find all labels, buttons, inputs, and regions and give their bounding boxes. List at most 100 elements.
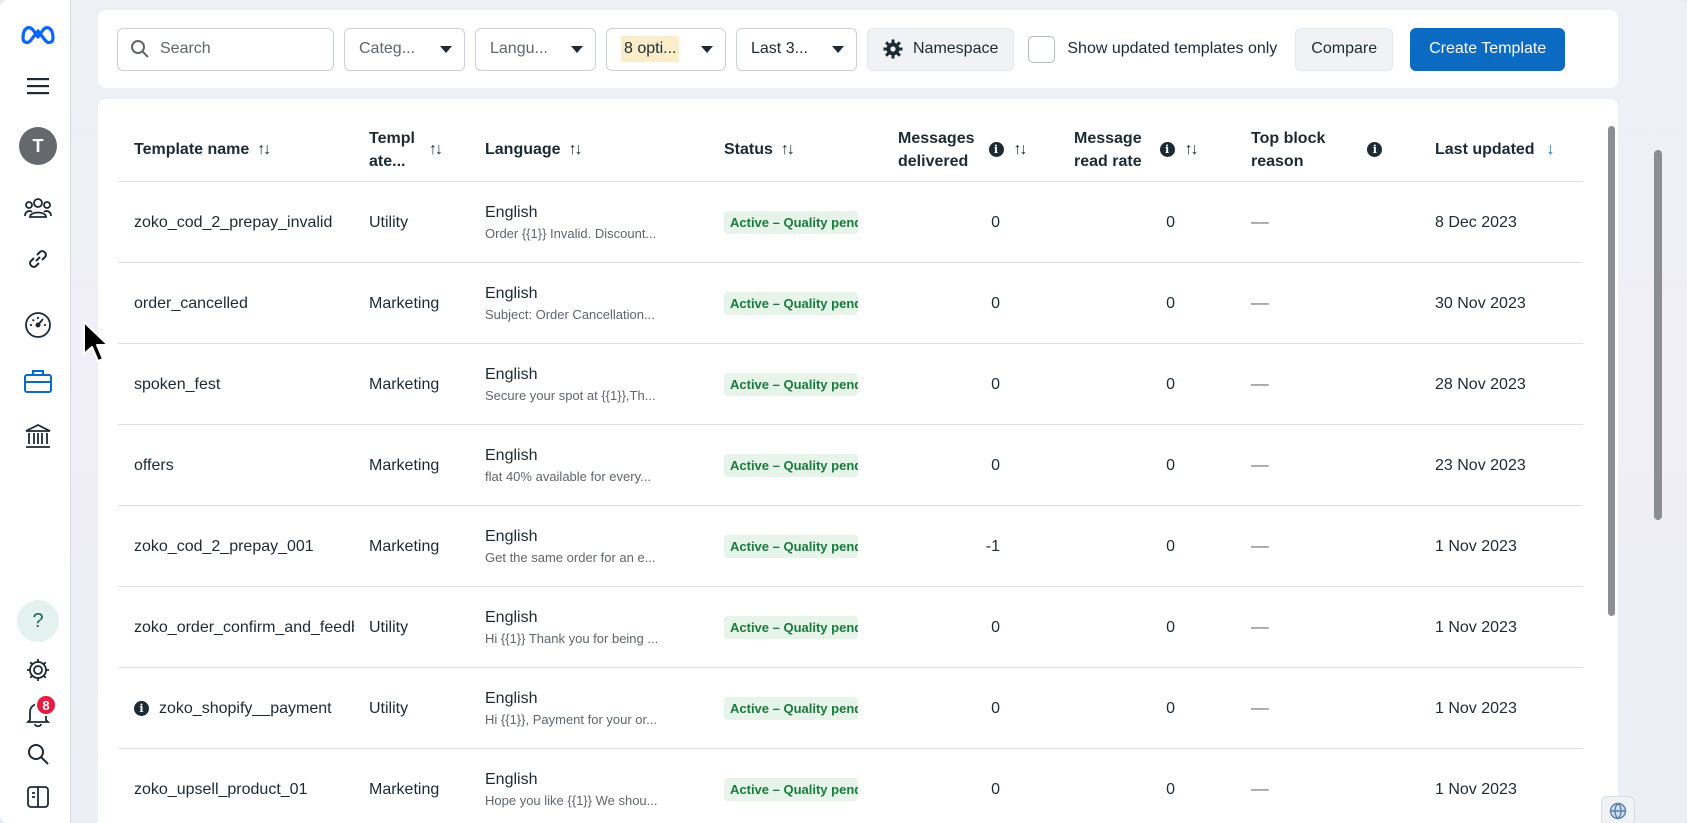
header-messages-delivered[interactable]: Messages delivered i ↑↓ xyxy=(898,117,1028,182)
namespace-button[interactable]: Namespace xyxy=(867,27,1015,71)
messages-delivered: 0 xyxy=(991,780,1000,798)
table-row[interactable]: zoko_order_confirm_and_feedback Utility … xyxy=(118,587,1583,668)
link-icon[interactable] xyxy=(17,238,59,280)
globe-icon[interactable] xyxy=(1601,796,1635,823)
messages-delivered: -1 xyxy=(985,537,1000,555)
template-name[interactable]: zoko_upsell_product_01 xyxy=(134,749,354,823)
template-language: English Hope you like {{1}} We shou... xyxy=(485,771,658,808)
template-name[interactable]: zoko_order_confirm_and_feedback xyxy=(134,587,354,668)
briefcase-icon[interactable] xyxy=(17,360,59,402)
table-body: zoko_cod_2_prepay_invalid Utility Englis… xyxy=(118,182,1583,823)
top-block-reason: –– xyxy=(1251,294,1269,312)
table-row[interactable]: zoko_cod_2_prepay_invalid Utility Englis… xyxy=(118,182,1583,263)
templates-table: Template name ↑↓ Templ ate... ↑↓ Language ↑↓… xyxy=(98,99,1618,823)
dashboard-icon[interactable] xyxy=(17,304,59,346)
people-icon[interactable] xyxy=(17,187,59,229)
show-updated-checkbox[interactable] xyxy=(1028,35,1056,63)
meta-logo-icon[interactable] xyxy=(17,13,59,55)
sort-icon[interactable]: ↑↓ xyxy=(1185,138,1199,161)
message-read-rate: 0 xyxy=(1166,456,1175,474)
search-input[interactable] xyxy=(160,40,310,58)
bell-icon[interactable]: 8 xyxy=(17,693,59,735)
header-template-name[interactable]: Template name ↑↓ xyxy=(134,117,271,182)
info-icon[interactable]: i xyxy=(134,701,149,716)
create-template-label: Create Template xyxy=(1429,40,1547,57)
template-name[interactable]: order_cancelled xyxy=(134,263,354,344)
sort-icon[interactable]: ↑↓ xyxy=(781,138,795,161)
message-read-rate: 0 xyxy=(1166,213,1175,231)
header-top-block-reason: Top block reason i xyxy=(1251,117,1383,182)
table-row[interactable]: zoko_cod_2_prepay_001 Marketing English … xyxy=(118,506,1583,587)
top-block-reason: –– xyxy=(1251,699,1269,717)
show-updated-toggle[interactable]: Show updated templates only xyxy=(1028,35,1278,63)
header-status[interactable]: Status ↑↓ xyxy=(724,117,795,182)
gear-icon[interactable] xyxy=(17,649,59,691)
header-category[interactable]: Templ ate... ↑↓ xyxy=(369,117,443,182)
header-last-updated[interactable]: Last updated ↓ xyxy=(1435,117,1555,182)
template-name-cell[interactable]: i zoko_shopify__payment xyxy=(134,668,354,749)
table-row[interactable]: offers Marketing English flat 40% availa… xyxy=(118,425,1583,506)
sort-icon[interactable]: ↑↓ xyxy=(569,138,583,161)
template-name[interactable]: spoken_fest xyxy=(134,344,354,425)
table-scrollbar[interactable] xyxy=(1608,126,1615,616)
table-row[interactable]: zoko_upsell_product_01 Marketing English… xyxy=(118,749,1583,823)
template-category: Marketing xyxy=(369,294,440,312)
category-dropdown[interactable]: Categ... xyxy=(344,27,465,71)
last-updated: 1 Nov 2023 xyxy=(1435,780,1517,798)
template-name[interactable]: offers xyxy=(134,425,354,506)
table-row[interactable]: order_cancelled Marketing English Subjec… xyxy=(118,263,1583,344)
date-range-dropdown[interactable]: Last 3... xyxy=(736,27,857,71)
search-icon[interactable] xyxy=(17,733,59,775)
template-language: English Get the same order for an e... xyxy=(485,528,656,565)
last-updated: 23 Nov 2023 xyxy=(1435,456,1526,474)
template-name[interactable]: zoko_cod_2_prepay_001 xyxy=(134,506,354,587)
template-name: zoko_shopify__payment xyxy=(159,699,332,717)
menu-icon[interactable] xyxy=(17,65,59,107)
page-scrollbar[interactable] xyxy=(1654,150,1662,520)
header-language[interactable]: Language ↑↓ xyxy=(485,117,583,182)
toolbar: Categ... Langu... 8 opti... Last 3... Na… xyxy=(98,10,1618,88)
template-category: Marketing xyxy=(369,780,440,798)
template-preview: Subject: Order Cancellation... xyxy=(485,307,655,322)
sort-icon[interactable]: ↑↓ xyxy=(257,138,271,161)
panel-toggle-icon[interactable] xyxy=(17,776,59,818)
gear-icon xyxy=(883,39,903,59)
avatar[interactable]: T xyxy=(17,125,59,167)
sort-icon[interactable]: ↑↓ xyxy=(1014,138,1028,161)
message-read-rate: 0 xyxy=(1166,699,1175,717)
sort-icon[interactable]: ↑↓ xyxy=(429,138,443,161)
messages-delivered: 0 xyxy=(991,294,1000,312)
status-options-dropdown[interactable]: 8 opti... xyxy=(606,27,726,71)
compare-button[interactable]: Compare xyxy=(1295,27,1394,71)
show-updated-label: Show updated templates only xyxy=(1067,40,1278,57)
bank-icon[interactable] xyxy=(17,415,59,457)
last-updated: 8 Dec 2023 xyxy=(1435,213,1517,231)
status-badge: Active – Quality pending xyxy=(724,454,858,477)
info-icon[interactable]: i xyxy=(988,142,1004,157)
chevron-down-icon xyxy=(440,45,452,53)
status-badge: Active – Quality pending xyxy=(724,292,858,315)
help-icon[interactable]: ? xyxy=(17,600,59,642)
avatar-initial: T xyxy=(19,127,57,165)
top-block-reason: –– xyxy=(1251,213,1269,231)
app-window: T ? 8 Search Categ... Langu... 8 opti...… xyxy=(0,0,1687,823)
template-category: Utility xyxy=(369,618,409,636)
template-name[interactable]: zoko_cod_2_prepay_invalid xyxy=(134,182,354,263)
template-language: English Subject: Order Cancellation... xyxy=(485,285,655,322)
notification-badge: 8 xyxy=(35,694,57,716)
table-row[interactable]: spoken_fest Marketing English Secure you… xyxy=(118,344,1583,425)
last-updated: 28 Nov 2023 xyxy=(1435,375,1526,393)
search-box[interactable] xyxy=(117,27,334,71)
chevron-down-icon xyxy=(701,45,713,53)
sort-descending-icon[interactable]: ↓ xyxy=(1547,138,1555,161)
table-row[interactable]: i zoko_shopify__payment Utility English … xyxy=(118,668,1583,749)
info-icon[interactable]: i xyxy=(1367,142,1383,157)
header-message-read-rate[interactable]: Message read rate i ↑↓ xyxy=(1074,117,1199,182)
create-template-button[interactable]: Create Template xyxy=(1410,27,1566,71)
info-icon[interactable]: i xyxy=(1159,142,1175,157)
message-read-rate: 0 xyxy=(1166,294,1175,312)
top-block-reason: –– xyxy=(1251,456,1269,474)
language-dropdown[interactable]: Langu... xyxy=(475,27,596,71)
top-block-reason: –– xyxy=(1251,537,1269,555)
last-updated: 1 Nov 2023 xyxy=(1435,618,1517,636)
